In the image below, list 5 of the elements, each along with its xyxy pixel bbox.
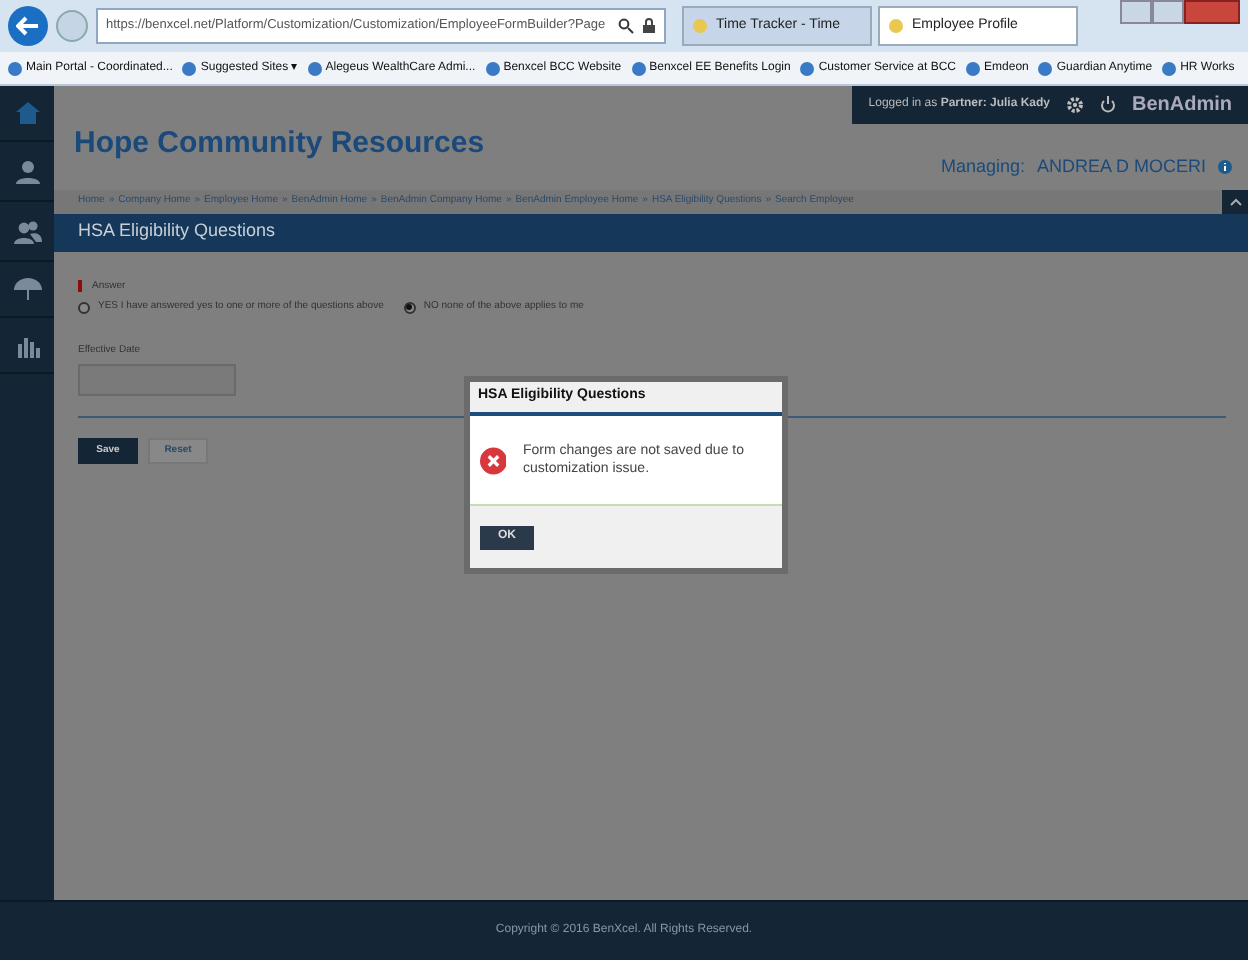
managing-label: Managing: [940,154,1025,180]
organization-title: Hope Community Resources [74,124,485,164]
app-name: BenAdmin [1132,92,1232,120]
section-title: HSA Eligibility Questions [78,218,276,245]
managing-name: ANDREA D MOCERI [1036,154,1206,180]
